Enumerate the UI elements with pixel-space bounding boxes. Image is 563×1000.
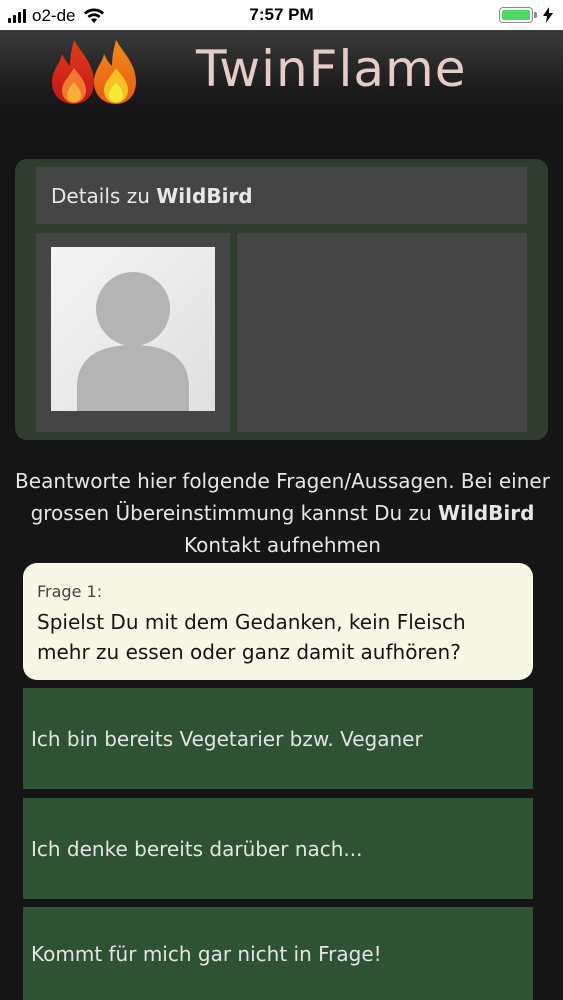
app-header: TwinFlame	[0, 30, 563, 112]
clock: 7:57 PM	[249, 5, 314, 24]
answer-option-3[interactable]: Kommt für mich gar nicht in Frage!	[23, 907, 533, 1000]
profile-info-box	[237, 233, 527, 432]
answer-label: Kommt für mich gar nicht in Frage!	[31, 941, 382, 966]
answer-label: Ich denke bereits darüber nach...	[31, 836, 363, 861]
battery-icon	[499, 7, 537, 23]
intro-text: Beantworte hier folgende Fragen/Aussagen…	[14, 465, 551, 561]
status-right	[499, 7, 553, 23]
app-title: TwinFlame	[196, 40, 467, 98]
charging-bolt-icon	[543, 7, 553, 23]
avatar[interactable]	[51, 247, 215, 411]
question-text: Spielst Du mit dem Gedanken, kein Fleisc…	[37, 610, 466, 664]
answer-label: Ich bin bereits Vegetarier bzw. Veganer	[31, 726, 423, 751]
intro-username: WildBird	[438, 501, 535, 525]
details-prefix: Details zu	[51, 183, 157, 208]
twin-flame-logo-icon	[52, 40, 136, 104]
intro-text-after: Kontakt aufnehmen	[183, 533, 381, 557]
question-label: Frage 1:	[37, 582, 103, 601]
default-user-avatar-icon	[77, 272, 189, 411]
status-bar: o2-de 7:57 PM	[0, 0, 563, 30]
question-card: Frage 1: Spielst Du mit dem Gedanken, ke…	[23, 563, 533, 680]
answer-option-1[interactable]: Ich bin bereits Vegetarier bzw. Veganer	[23, 688, 533, 789]
profile-details-card: Details zu WildBird	[15, 159, 548, 440]
details-header: Details zu WildBird	[36, 167, 527, 224]
details-username: WildBird	[156, 183, 253, 208]
profile-photo-box	[36, 233, 230, 432]
answer-option-2[interactable]: Ich denke bereits darüber nach...	[23, 798, 533, 899]
